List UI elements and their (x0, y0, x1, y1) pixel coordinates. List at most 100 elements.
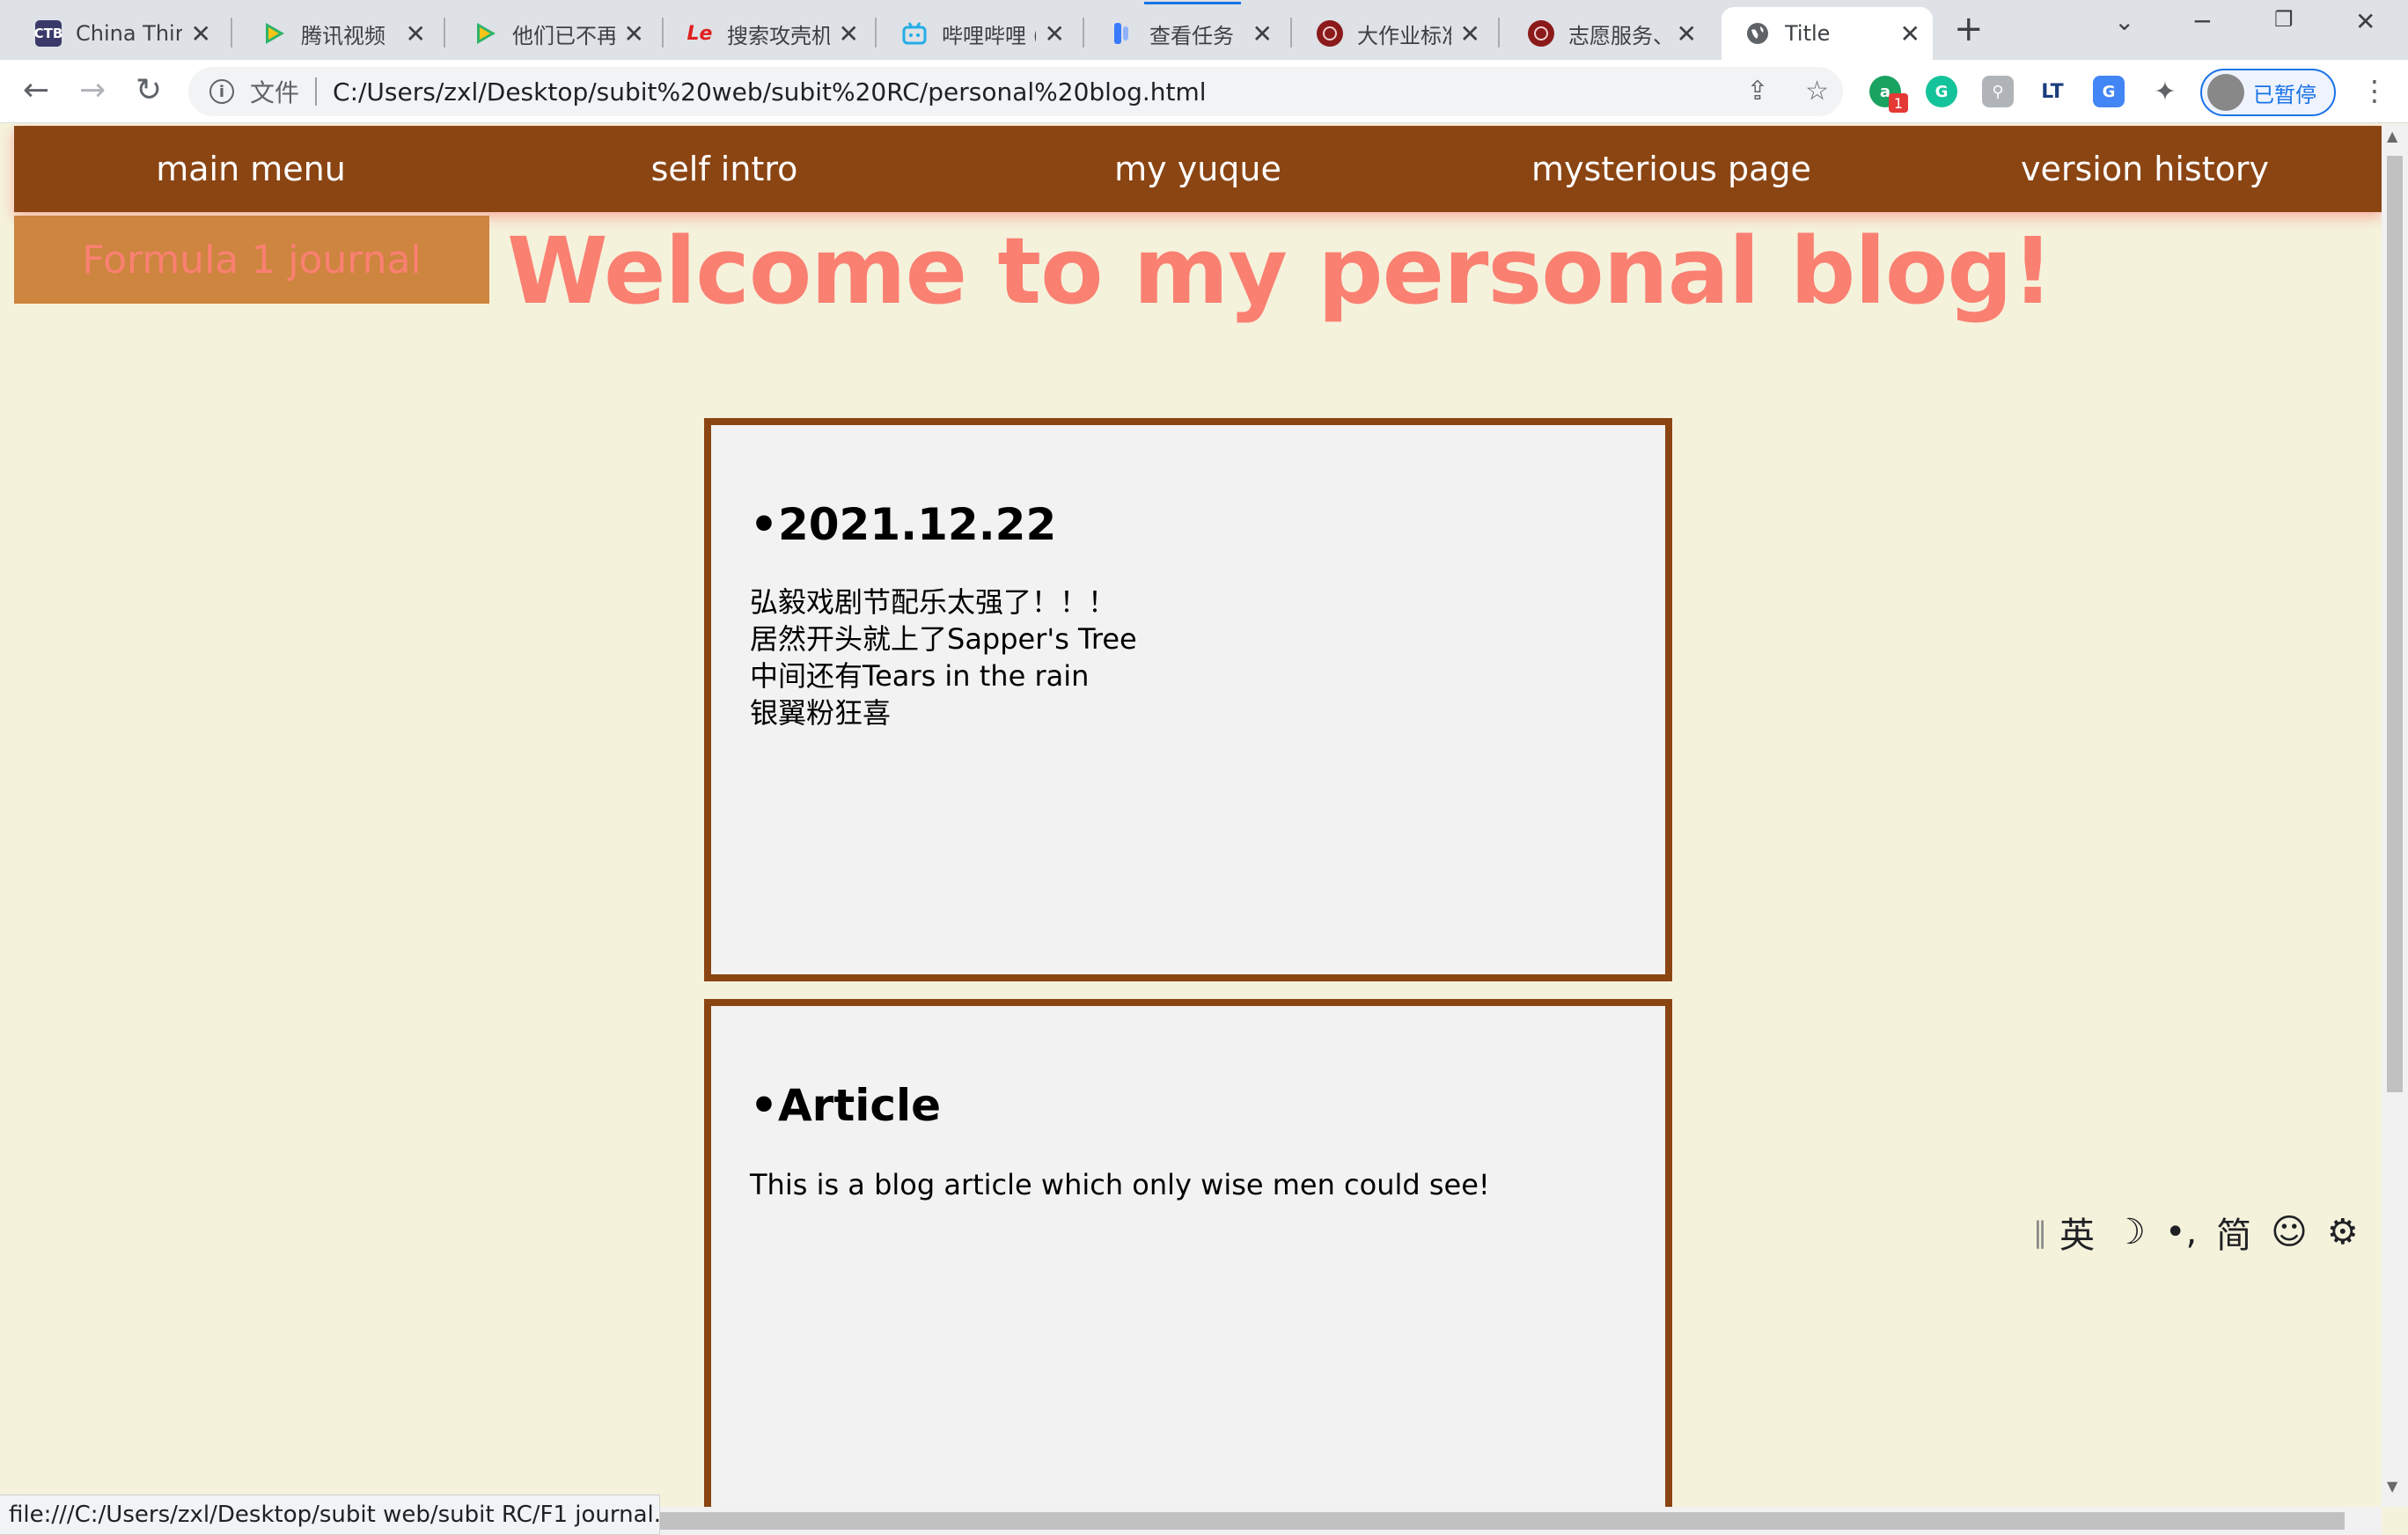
tab-title: 他们已不再 (512, 23, 615, 48)
tab-separator (231, 18, 232, 48)
nav-my-yuque[interactable]: my yuque (961, 150, 1435, 188)
post-line: 居然开头就上了Sapper's Tree (750, 622, 1137, 656)
settings-gear-icon[interactable]: ⚙ (2327, 1212, 2359, 1252)
ctb-icon: CTB (34, 20, 62, 47)
close-icon[interactable]: ✕ (406, 19, 426, 48)
ime-punctuation-toggle[interactable]: •, (2165, 1212, 2197, 1252)
nav-version-history[interactable]: version history (1908, 150, 2382, 188)
moon-icon[interactable]: ☽ (2114, 1212, 2146, 1252)
tab-view-tasks[interactable]: 查看任务 ✕ (1086, 7, 1285, 60)
reload-icon[interactable]: ↻ (136, 72, 162, 108)
vertical-scroll-thumb[interactable] (2387, 156, 2403, 1092)
tab-title: China Thir (76, 21, 182, 46)
tab-separator (1290, 18, 1292, 48)
tab-separator (444, 18, 445, 48)
translate-icon[interactable]: G (2093, 76, 2125, 107)
share-icon[interactable]: ⇪ (1746, 76, 1768, 106)
tab-title: 大作业标准 (1357, 23, 1451, 48)
close-icon[interactable]: ✕ (1045, 19, 1065, 48)
ime-language-toggle[interactable]: 英 (2059, 1207, 2095, 1258)
tab-title-active[interactable]: Title ✕ (1722, 7, 1933, 60)
extension-icon[interactable]: ⚲ (1982, 76, 2014, 107)
post-line: 银翼粉狂喜 (750, 696, 892, 730)
post-line: This is a blog article which only wise m… (750, 1168, 1490, 1201)
nav-mysterious-page[interactable]: mysterious page (1435, 150, 1908, 188)
avatar (2207, 74, 2244, 111)
forward-arrow-icon[interactable]: → (79, 72, 106, 108)
languagetool-icon[interactable]: LT (2037, 76, 2068, 107)
scroll-down-arrow-icon[interactable]: ▼ (2387, 1478, 2397, 1495)
vertical-scrollbar[interactable]: ▲ ▼ (2382, 124, 2408, 1507)
ime-script-toggle[interactable]: 简 (2216, 1207, 2251, 1258)
tab-bilibili[interactable]: 哔哩哔哩 ( ✕ (878, 7, 1077, 60)
page-title: Welcome to my personal blog! (507, 217, 2053, 325)
tab-title: 志愿服务、 (1568, 23, 1668, 48)
url-text[interactable]: C:/Users/zxl/Desktop/subit%20web/subit%2… (333, 77, 1207, 106)
le-icon: Le (686, 22, 713, 45)
post-title: •2021.12.22 (750, 499, 1057, 550)
post-title: •Article (750, 1080, 942, 1131)
emoji-icon[interactable]: ☺ (2271, 1212, 2308, 1252)
close-icon[interactable]: ✕ (839, 19, 859, 48)
tencent-video-icon (261, 20, 287, 47)
close-icon[interactable]: ✕ (191, 19, 211, 48)
nav-main-menu[interactable]: main menu (14, 150, 488, 188)
tab-strip: CTB China Thir ✕ 腾讯视频 ✕ 他们已不再 ✕ Le 搜索攻壳机… (0, 0, 2408, 60)
address-divider (315, 77, 318, 106)
back-arrow-icon[interactable]: ← (23, 72, 49, 108)
tab-separator (875, 18, 877, 48)
blog-post-card: •Article This is a blog article which on… (704, 999, 1672, 1507)
info-icon[interactable]: i (209, 79, 234, 104)
university-seal-icon (1528, 20, 1554, 47)
close-icon[interactable]: ✕ (624, 19, 644, 48)
browser-menu-icon[interactable]: ⋮ (2360, 74, 2389, 107)
tab-tencent-video-2[interactable]: 他们已不再 ✕ (449, 7, 657, 60)
file-scheme-label: 文件 (250, 78, 300, 107)
task-icon (1109, 20, 1135, 47)
close-icon[interactable]: ✕ (1900, 19, 1920, 48)
blog-post-card: •2021.12.22 弘毅戏剧节配乐太强了！！！ 居然开头就上了Sapper'… (704, 418, 1672, 981)
tab-volunteer-service[interactable]: 志愿服务、 ✕ (1505, 7, 1709, 60)
grammarly-icon[interactable]: G (1926, 76, 1957, 107)
restore-icon[interactable]: ❐ (2274, 7, 2294, 32)
extension-badge: 1 (1889, 93, 1908, 113)
ime-toolbar: ‖ 英 ☽ •, 简 ☺ ⚙ (2033, 1208, 2385, 1257)
tab-title: Title (1785, 21, 1831, 46)
tab-china-thinking[interactable]: CTB China Thir ✕ (12, 7, 224, 60)
globe-icon (1744, 20, 1771, 47)
post-line: 中间还有Tears in the rain (750, 659, 1090, 693)
nav-self-intro[interactable]: self intro (488, 150, 961, 188)
tab-tencent-video[interactable]: 腾讯视频 ✕ (238, 7, 438, 60)
university-seal-icon (1317, 20, 1343, 47)
close-icon[interactable]: ✕ (1677, 19, 1697, 48)
bilibili-icon (901, 20, 928, 47)
window-close-icon[interactable]: ✕ (2355, 7, 2375, 36)
new-tab-plus-icon[interactable]: + (1954, 9, 1984, 49)
close-icon[interactable]: ✕ (1460, 19, 1480, 48)
profile-button[interactable]: 已暂停 (2200, 69, 2336, 116)
ime-grip-icon[interactable]: ‖ (2033, 1216, 2047, 1249)
post-body: This is a blog article which only wise m… (750, 1166, 1490, 1203)
puzzle-extensions-icon[interactable]: ✦ (2149, 76, 2181, 107)
tab-separator (1498, 18, 1500, 48)
status-bar-url: file:///C:/Users/zxl/Desktop/subit web/s… (0, 1495, 660, 1535)
tab-title: 查看任务 (1149, 23, 1234, 48)
profile-status-label: 已暂停 (2253, 82, 2316, 107)
page-viewport: main menu self intro my yuque mysterious… (0, 124, 2382, 1507)
tab-search-chevron-icon[interactable]: ⌄ (2114, 7, 2134, 36)
post-line: 弘毅戏剧节配乐太强了！！！ (750, 585, 1117, 619)
minimize-icon[interactable]: ─ (2195, 7, 2210, 36)
post-body: 弘毅戏剧节配乐太强了！！！ 居然开头就上了Sapper's Tree 中间还有T… (750, 584, 1137, 731)
tab-title: 哔哩哔哩 ( (942, 23, 1036, 48)
scroll-up-arrow-icon[interactable]: ▲ (2387, 128, 2397, 144)
omnibox-actions: ⇪ ☆ (1746, 76, 1829, 106)
top-navigation: main menu self intro my yuque mysterious… (14, 126, 2382, 212)
bookmark-star-icon[interactable]: ☆ (1805, 76, 1829, 106)
address-bar[interactable]: i 文件 C:/Users/zxl/Desktop/subit%20web/su… (188, 67, 1843, 116)
close-icon[interactable]: ✕ (1252, 19, 1273, 48)
tab-title: 腾讯视频 (301, 23, 385, 48)
tab-assignment-standard[interactable]: 大作业标准 ✕ (1294, 7, 1493, 60)
tab-le-search[interactable]: Le 搜索攻壳机 ✕ (664, 7, 871, 60)
tencent-video-icon (472, 20, 498, 47)
formula1-journal-link[interactable]: Formula 1 journal (14, 216, 489, 304)
